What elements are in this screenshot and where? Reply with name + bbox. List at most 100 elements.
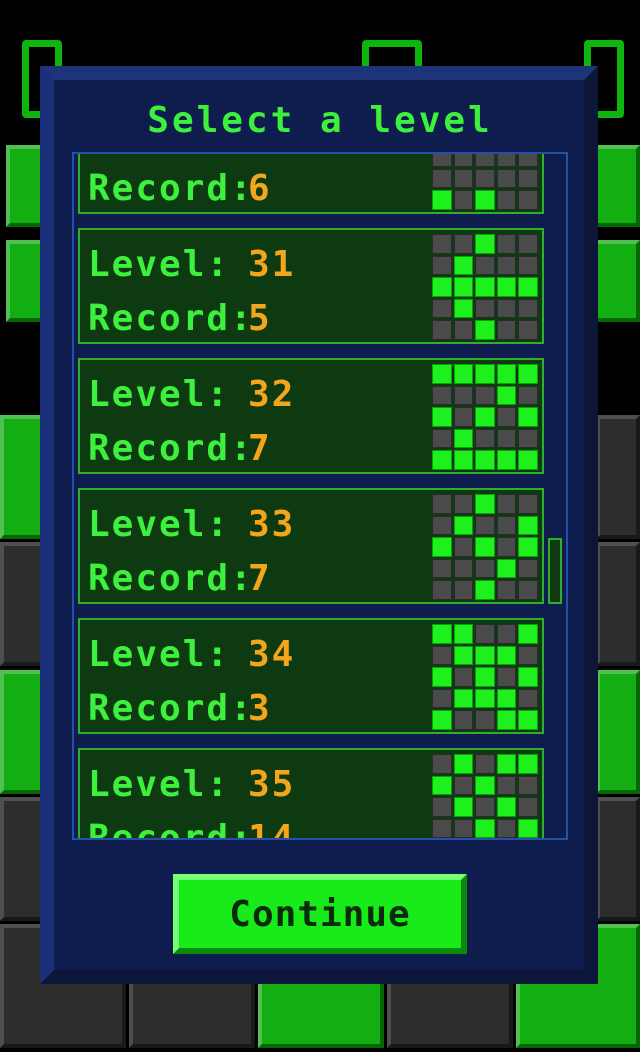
preview-cell xyxy=(496,385,517,406)
preview-cell xyxy=(432,428,452,449)
preview-cell xyxy=(496,298,517,319)
record-label: Record: xyxy=(88,818,254,840)
preview-cell xyxy=(518,320,538,340)
continue-button[interactable]: Continue xyxy=(173,874,467,954)
preview-cell xyxy=(496,234,517,254)
preview-cell xyxy=(518,277,538,297)
preview-cell xyxy=(496,277,517,297)
level-row-32[interactable]: Level: 32 Record: 7 xyxy=(78,358,544,474)
preview-cell xyxy=(432,688,452,709)
preview-cell xyxy=(496,558,517,579)
level-number: 31 xyxy=(248,244,296,285)
preview-cell xyxy=(453,255,474,276)
preview-cell xyxy=(453,428,474,449)
level-number: 32 xyxy=(248,374,296,415)
preview-cell xyxy=(496,450,517,470)
preview-cell xyxy=(453,667,474,687)
preview-cell xyxy=(518,775,538,796)
preview-cell xyxy=(518,645,538,666)
preview-cell xyxy=(518,797,538,817)
level-preview-grid xyxy=(432,154,538,210)
level-row-33[interactable]: Level: 33 Record: 7 xyxy=(78,488,544,604)
record-value: 6 xyxy=(248,168,272,209)
level-list[interactable]: Level:30Record:6Level:31Record:5Level:32… xyxy=(72,152,568,840)
preview-cell xyxy=(432,710,452,730)
level-label: Level: xyxy=(88,244,231,285)
preview-cell xyxy=(518,515,538,536)
level-label: Level: xyxy=(88,374,231,415)
preview-cell xyxy=(475,320,495,340)
level-number: 33 xyxy=(248,504,296,545)
preview-cell xyxy=(432,277,452,297)
preview-cell xyxy=(475,190,495,210)
preview-cell xyxy=(496,710,517,730)
preview-cell xyxy=(432,645,452,666)
level-preview-grid xyxy=(432,754,538,838)
preview-cell xyxy=(475,255,495,276)
preview-cell xyxy=(432,797,452,817)
level-label: Level: xyxy=(88,634,231,675)
preview-cell xyxy=(496,407,517,427)
preview-cell xyxy=(518,428,538,449)
preview-cell xyxy=(518,710,538,730)
preview-cell xyxy=(453,818,474,838)
preview-cell xyxy=(453,754,474,774)
level-row-34[interactable]: Level: 34 Record: 3 xyxy=(78,618,544,734)
level-list-scrollbar-thumb[interactable] xyxy=(548,538,562,604)
record-label: Record: xyxy=(88,688,254,729)
preview-cell xyxy=(453,407,474,427)
preview-cell xyxy=(496,494,517,514)
preview-cell xyxy=(518,450,538,470)
preview-cell xyxy=(518,407,538,427)
preview-cell xyxy=(475,775,495,796)
preview-cell xyxy=(453,580,474,600)
record-label: Record: xyxy=(88,168,254,209)
level-row-31[interactable]: Level: 31 Record: 5 xyxy=(78,228,544,344)
preview-cell xyxy=(496,515,517,536)
preview-cell xyxy=(475,710,495,730)
preview-cell xyxy=(432,234,452,254)
preview-cell xyxy=(432,624,452,644)
level-label: Level: xyxy=(88,764,231,805)
level-preview-grid xyxy=(432,234,538,340)
preview-cell xyxy=(496,624,517,644)
preview-cell xyxy=(432,364,452,384)
preview-cell xyxy=(475,580,495,600)
level-number: 34 xyxy=(248,634,296,675)
record-label: Record: xyxy=(88,558,254,599)
preview-cell xyxy=(518,580,538,600)
preview-cell xyxy=(432,667,452,687)
preview-cell xyxy=(475,364,495,384)
level-row-30[interactable]: Level: 30 Record:6 xyxy=(78,154,544,214)
preview-cell xyxy=(496,580,517,600)
level-number: 30 xyxy=(248,154,295,155)
preview-cell xyxy=(496,818,517,838)
preview-cell xyxy=(453,277,474,297)
preview-cell xyxy=(475,298,495,319)
level-row-35[interactable]: Level: 35 Record: 14 xyxy=(78,748,544,840)
preview-cell xyxy=(518,190,538,210)
preview-cell xyxy=(453,450,474,470)
preview-cell xyxy=(475,818,495,838)
preview-cell xyxy=(475,667,495,687)
preview-cell xyxy=(518,255,538,276)
preview-cell xyxy=(453,385,474,406)
preview-cell xyxy=(475,407,495,427)
record-value: 5 xyxy=(248,298,272,339)
preview-cell xyxy=(453,645,474,666)
preview-cell xyxy=(453,320,474,340)
preview-cell xyxy=(475,558,495,579)
record-value: 7 xyxy=(248,558,272,599)
preview-cell xyxy=(518,154,538,167)
preview-cell xyxy=(475,624,495,644)
preview-cell xyxy=(432,320,452,340)
preview-cell xyxy=(475,428,495,449)
record-value: 3 xyxy=(248,688,272,729)
preview-cell xyxy=(496,797,517,817)
preview-cell xyxy=(475,494,495,514)
preview-cell xyxy=(475,515,495,536)
preview-cell xyxy=(453,298,474,319)
preview-cell xyxy=(432,407,452,427)
preview-cell xyxy=(475,168,495,189)
preview-cell xyxy=(453,515,474,536)
